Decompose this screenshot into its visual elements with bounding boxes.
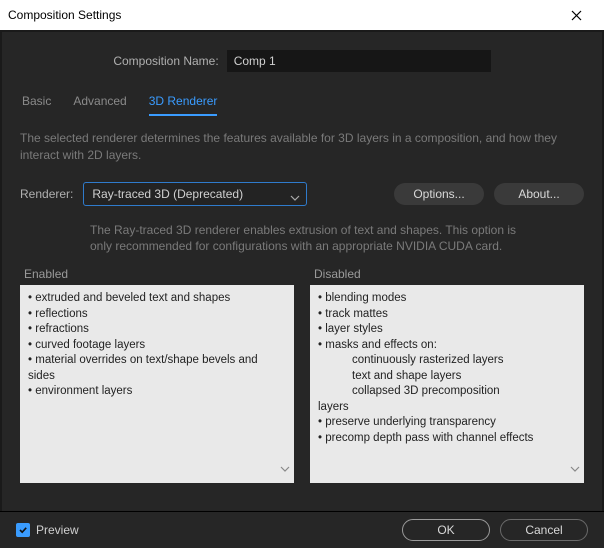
check-icon (18, 525, 28, 535)
disabled-panel-title: Disabled (314, 267, 584, 281)
list-item: • precomp depth pass with channel effect… (318, 431, 576, 447)
composition-settings-dialog: Composition Settings Composition Name: B… (0, 0, 604, 548)
enabled-panel-box: • extruded and beveled text and shapes •… (20, 285, 294, 483)
tab-basic[interactable]: Basic (22, 90, 51, 116)
ok-button[interactable]: OK (402, 519, 490, 541)
list-item: • refractions (28, 322, 286, 338)
list-item: • blending modes (318, 291, 576, 307)
enabled-panel-title: Enabled (24, 267, 294, 281)
renderer-row: Renderer: Ray-traced 3D (Deprecated) Opt… (20, 182, 584, 206)
feature-panels: Enabled • extruded and beveled text and … (20, 267, 584, 483)
renderer-select[interactable]: Ray-traced 3D (Deprecated) (83, 182, 307, 206)
enabled-panel: Enabled • extruded and beveled text and … (20, 267, 294, 483)
chevron-down-icon (290, 188, 300, 210)
list-item: • preserve underlying transparency (318, 415, 576, 431)
renderer-selected-value: Ray-traced 3D (Deprecated) (92, 187, 243, 201)
tab-advanced[interactable]: Advanced (73, 90, 126, 116)
preview-label: Preview (36, 523, 79, 537)
list-subitem: text and shape layers (352, 369, 576, 385)
preview-checkbox[interactable]: Preview (16, 523, 79, 537)
disabled-panel-box: • blending modes • track mattes • layer … (310, 285, 584, 483)
list-subitem: collapsed 3D precomposition (352, 384, 576, 400)
list-item: • extruded and beveled text and shapes (28, 291, 286, 307)
options-button[interactable]: Options... (394, 183, 484, 205)
about-button[interactable]: About... (494, 183, 584, 205)
list-item: • reflections (28, 307, 286, 323)
list-item: • environment layers (28, 384, 286, 400)
composition-name-label: Composition Name: (113, 54, 218, 68)
list-item: • material overrides on text/shape bevel… (28, 353, 286, 384)
renderer-label: Renderer: (20, 187, 73, 201)
renderer-note: The Ray-traced 3D renderer enables extru… (90, 222, 520, 256)
checkbox-box (16, 523, 30, 537)
close-button[interactable] (556, 0, 596, 30)
titlebar: Composition Settings (0, 0, 604, 30)
scroll-down-icon (570, 464, 580, 480)
list-item: layers (318, 400, 576, 416)
list-item: • track mattes (318, 307, 576, 323)
list-subitem: continuously rasterized layers (352, 353, 576, 369)
close-icon (571, 10, 582, 21)
list-item: • masks and effects on: (318, 338, 576, 354)
dialog-footer: Preview OK Cancel (0, 511, 604, 548)
tab-bar: Basic Advanced 3D Renderer (22, 90, 584, 116)
tab-description: The selected renderer determines the fea… (20, 130, 584, 164)
cancel-button[interactable]: Cancel (500, 519, 588, 541)
window-title: Composition Settings (8, 8, 556, 22)
tab-3d-renderer[interactable]: 3D Renderer (149, 90, 218, 116)
disabled-panel: Disabled • blending modes • track mattes… (310, 267, 584, 483)
list-item: • curved footage layers (28, 338, 286, 354)
dialog-body: Composition Name: Basic Advanced 3D Rend… (2, 32, 602, 530)
list-item: • layer styles (318, 322, 576, 338)
composition-name-input[interactable] (227, 50, 491, 72)
scroll-down-icon (280, 464, 290, 480)
composition-name-row: Composition Name: (20, 50, 584, 72)
